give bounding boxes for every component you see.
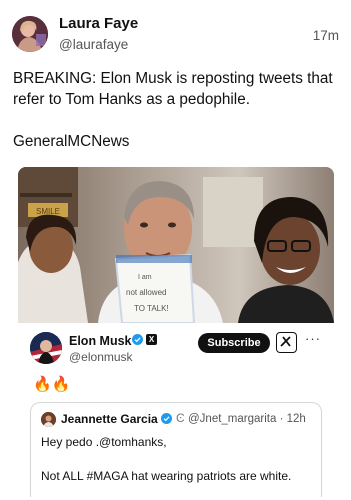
quote-text-line-1: Hey pedo .@tomhanks,: [41, 435, 167, 449]
quote-author-avatar[interactable]: [41, 412, 56, 427]
author-handle[interactable]: @laurafaye: [59, 37, 128, 52]
sign-line-1: I am: [138, 274, 152, 281]
embed-author-handle[interactable]: @elonmusk: [69, 350, 133, 364]
embedded-tweet[interactable]: Elon Musk X @elonmusk Subscribe ··· 🔥🔥 J…: [18, 323, 334, 497]
post-timestamp: 17m: [312, 28, 339, 43]
sign-line-3: TO TALK!: [134, 304, 169, 313]
shelf-sign-text: SMILE: [36, 207, 60, 216]
quote-affiliation-badge: Ͼ: [176, 411, 185, 425]
embed-author-avatar[interactable]: [30, 332, 62, 364]
post-media[interactable]: SMILE I am not allowed TO TALK! Elon Mus…: [18, 167, 334, 497]
embed-author-name[interactable]: Elon Musk: [69, 334, 132, 348]
subscribe-button[interactable]: Subscribe: [198, 333, 270, 353]
verified-badge-icon: [132, 334, 143, 345]
attached-photo[interactable]: SMILE I am not allowed TO TALK!: [18, 167, 334, 324]
grok-icon[interactable]: [276, 332, 297, 353]
author-name[interactable]: Laura Faye: [59, 15, 138, 32]
quote-author-handle[interactable]: @Jnet_margarita · 12h: [188, 413, 306, 425]
x-affiliation-icon: X: [146, 334, 157, 345]
post-header: Laura Faye @laurafaye 17m: [0, 0, 351, 64]
quote-verified-badge-icon: [161, 413, 172, 424]
quote-author-name[interactable]: Jeannette Garcia: [61, 412, 158, 426]
quote-text-line-2: Not ALL #MAGA hat wearing patriots are w…: [41, 469, 292, 483]
more-options-icon[interactable]: ···: [305, 331, 321, 346]
fire-reaction-text: 🔥🔥: [33, 376, 71, 393]
post-text: BREAKING: Elon Musk is reposting tweets …: [13, 70, 333, 150]
sign-line-2: not allowed: [126, 288, 166, 297]
quoted-tweet[interactable]: Jeannette Garcia Ͼ @Jnet_margarita · 12h…: [30, 402, 322, 497]
author-avatar[interactable]: [12, 16, 48, 52]
